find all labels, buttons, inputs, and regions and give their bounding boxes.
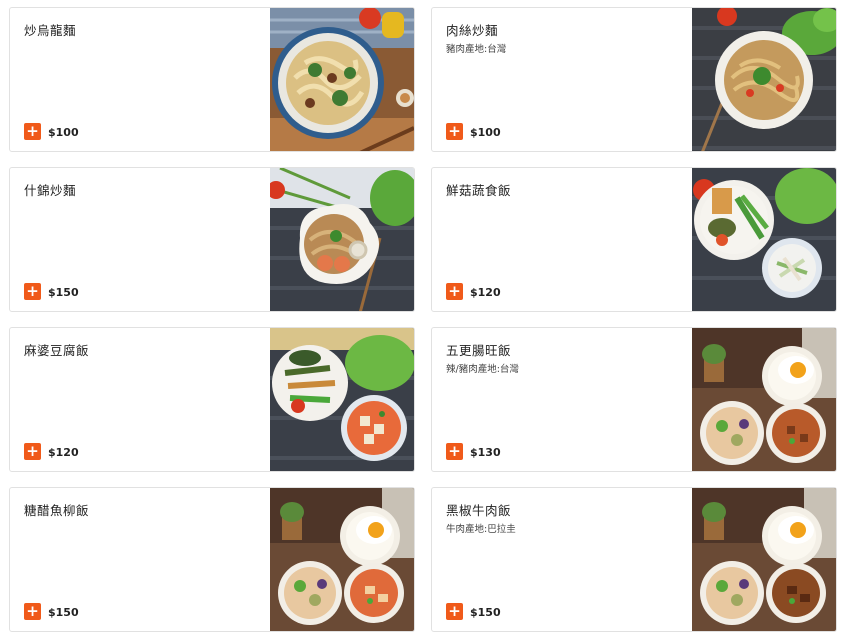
plus-icon: + (448, 282, 461, 300)
menu-grid: 炒烏龍麵 + $100 肉絲炒麵 豬肉產地:台灣 + $100 什錦炒麵 + $… (9, 7, 837, 632)
item-name: 糖醋魚柳飯 (24, 503, 90, 518)
plus-icon: + (448, 122, 461, 140)
menu-item-card[interactable]: 肉絲炒麵 豬肉產地:台灣 + $100 (431, 7, 837, 152)
plus-icon: + (448, 602, 461, 620)
add-to-cart-button[interactable]: + (446, 443, 463, 460)
item-name: 什錦炒麵 (24, 183, 77, 198)
food-photo[interactable] (692, 328, 836, 471)
menu-item-card[interactable]: 糖醋魚柳飯 + $150 (9, 487, 415, 632)
item-price: $120 (48, 446, 79, 459)
item-name: 鮮菇蔬食飯 (446, 183, 512, 198)
food-photo[interactable] (270, 488, 414, 631)
menu-item-card[interactable]: 黑椒牛肉飯 牛肉產地:巴拉圭 + $150 (431, 487, 837, 632)
food-photo[interactable] (270, 168, 414, 311)
item-price: $150 (48, 606, 79, 619)
item-name: 麻婆豆腐飯 (24, 343, 90, 358)
item-price: $150 (470, 606, 501, 619)
item-name: 黑椒牛肉飯 (446, 503, 512, 518)
item-description: 豬肉產地:台灣 (446, 44, 507, 55)
plus-icon: + (26, 602, 39, 620)
add-to-cart-button[interactable]: + (24, 283, 41, 300)
menu-item-card[interactable]: 麻婆豆腐飯 + $120 (9, 327, 415, 472)
food-photo[interactable] (692, 488, 836, 631)
plus-icon: + (26, 122, 39, 140)
food-photo[interactable] (692, 8, 836, 151)
food-photo[interactable] (270, 8, 414, 151)
item-description: 牛肉產地:巴拉圭 (446, 524, 516, 535)
item-price: $100 (470, 126, 501, 139)
item-price: $100 (48, 126, 79, 139)
item-name: 肉絲炒麵 (446, 23, 499, 38)
plus-icon: + (26, 282, 39, 300)
plus-icon: + (26, 442, 39, 460)
add-to-cart-button[interactable]: + (24, 123, 41, 140)
item-name: 五更腸旺飯 (446, 343, 512, 358)
add-to-cart-button[interactable]: + (24, 443, 41, 460)
food-photo[interactable] (692, 168, 836, 311)
item-name: 炒烏龍麵 (24, 23, 77, 38)
item-description: 辣/豬肉產地:台灣 (446, 364, 519, 375)
menu-item-card[interactable]: 鮮菇蔬食飯 + $120 (431, 167, 837, 312)
add-to-cart-button[interactable]: + (446, 123, 463, 140)
add-to-cart-button[interactable]: + (446, 603, 463, 620)
item-price: $150 (48, 286, 79, 299)
menu-item-card[interactable]: 五更腸旺飯 辣/豬肉產地:台灣 + $130 (431, 327, 837, 472)
plus-icon: + (448, 442, 461, 460)
food-photo[interactable] (270, 328, 414, 471)
add-to-cart-button[interactable]: + (24, 603, 41, 620)
item-price: $130 (470, 446, 501, 459)
menu-item-card[interactable]: 炒烏龍麵 + $100 (9, 7, 415, 152)
item-price: $120 (470, 286, 501, 299)
menu-item-card[interactable]: 什錦炒麵 + $150 (9, 167, 415, 312)
add-to-cart-button[interactable]: + (446, 283, 463, 300)
